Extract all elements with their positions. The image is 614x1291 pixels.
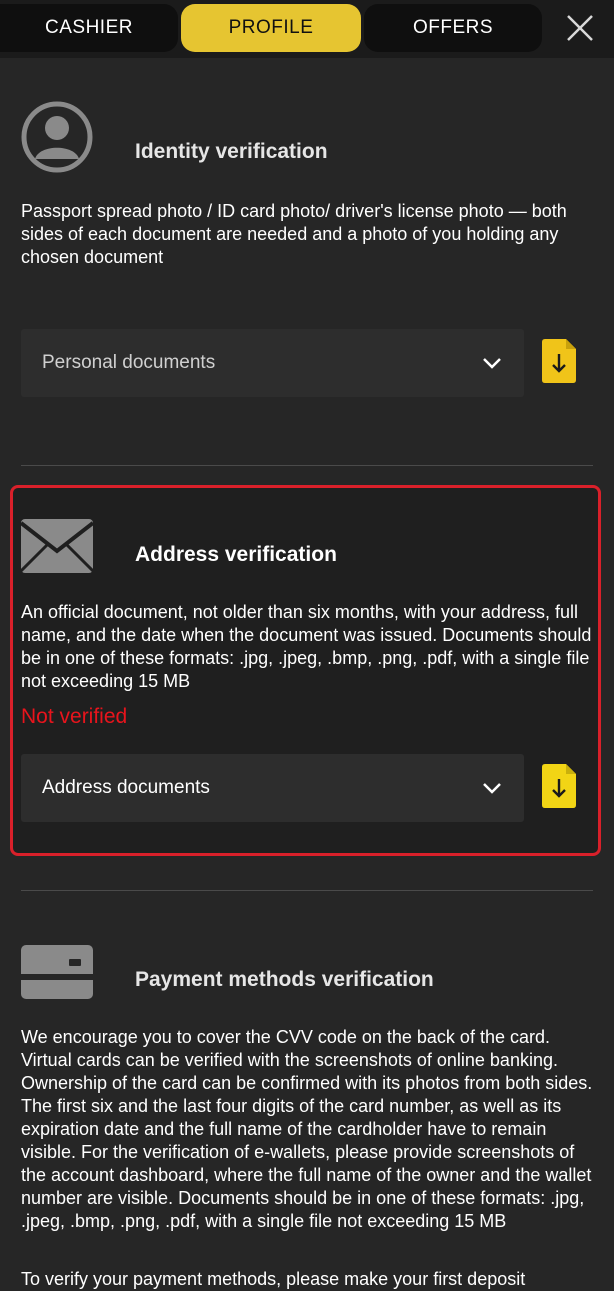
identity-verification-description: Passport spread photo / ID card photo/ d… [21, 201, 567, 267]
section-divider [21, 890, 593, 891]
envelope-icon [21, 519, 93, 573]
tab-cashier[interactable]: CASHIER [0, 4, 178, 52]
payment-verification-title: Payment methods verification [135, 968, 434, 991]
verification-status: Not verified [21, 705, 128, 728]
upload-document-icon[interactable] [542, 339, 576, 383]
address-documents-dropdown[interactable]: Address documents [21, 754, 524, 822]
address-verification-title: Address verification [135, 543, 337, 566]
dropdown-label: Address documents [42, 777, 210, 798]
tab-offers[interactable]: OFFERS [364, 4, 542, 52]
tab-profile[interactable]: PROFILE [181, 4, 361, 52]
address-verification-description: An official document, not older than six… [21, 602, 592, 691]
chevron-down-icon [482, 357, 502, 369]
credit-card-icon [21, 945, 93, 999]
chevron-down-icon [482, 782, 502, 794]
user-avatar-icon [21, 101, 93, 173]
dropdown-label: Personal documents [42, 352, 216, 373]
personal-documents-dropdown[interactable]: Personal documents [21, 329, 524, 397]
section-divider [21, 465, 593, 466]
close-icon [567, 15, 593, 41]
payment-verification-description: We encourage you to cover the CVV code o… [21, 1027, 593, 1231]
identity-verification-title: Identity verification [135, 140, 328, 163]
top-tab-bar: CASHIER PROFILE OFFERS [0, 0, 614, 58]
close-button[interactable] [556, 6, 604, 50]
upload-document-icon[interactable] [542, 764, 576, 808]
